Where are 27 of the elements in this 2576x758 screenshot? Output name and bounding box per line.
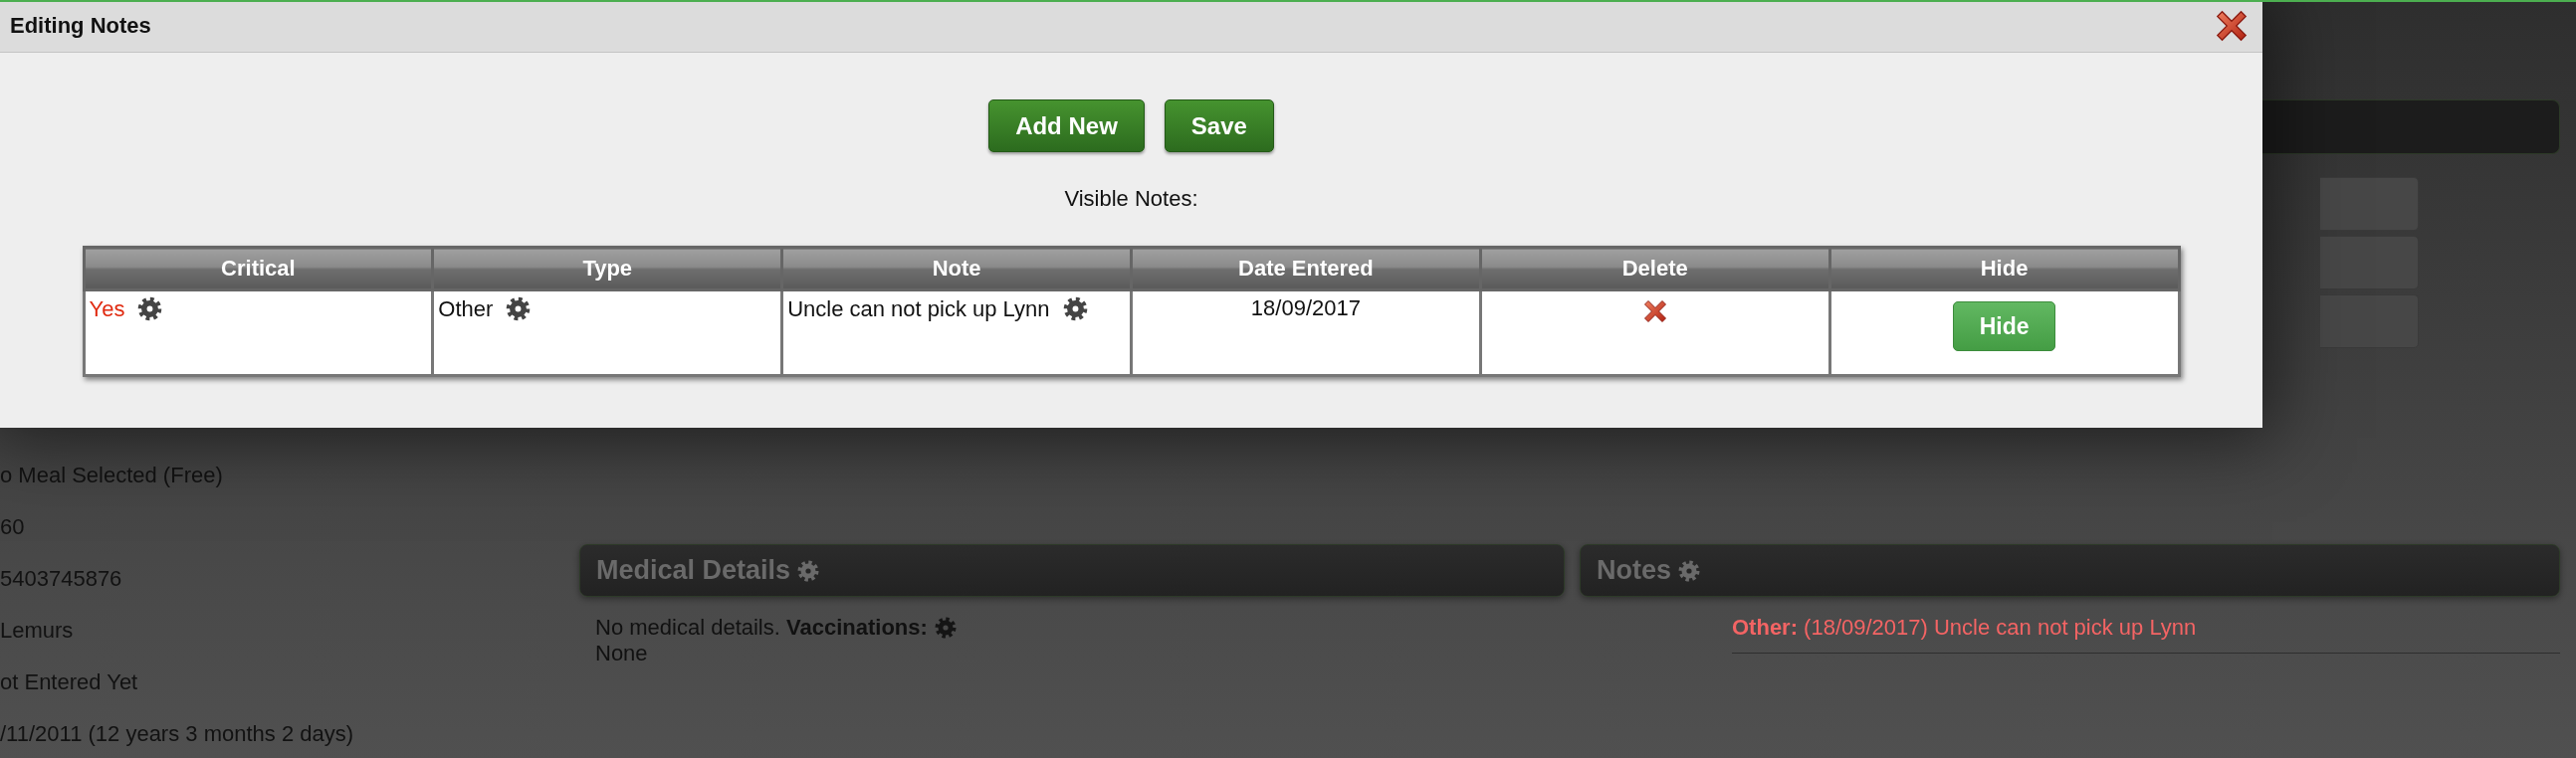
detail-text: /11/2011 (12 years 3 months 2 days) — [0, 722, 355, 746]
gear-icon[interactable] — [136, 295, 164, 322]
detail-text: Lemurs — [0, 619, 75, 643]
column-header: Note — [781, 247, 1132, 290]
column-header: Type — [432, 247, 782, 290]
gear-icon[interactable] — [1061, 295, 1089, 322]
type-text: Other — [438, 295, 494, 322]
action-button[interactable]: Add New — [988, 99, 1145, 152]
panel-title: Notes — [1597, 555, 1671, 586]
column-header: Hide — [1829, 247, 2179, 290]
dialog-title: Editing Notes — [10, 13, 151, 39]
caption-text: Visible Notes: — [1063, 186, 1199, 212]
detail-text: ot Entered Yet — [0, 670, 139, 694]
detail-text: 5403745876 — [0, 567, 123, 591]
vaccinations-value: None — [595, 641, 649, 666]
panel-title: Medical Details — [596, 555, 791, 586]
column-header: Date Entered — [1131, 247, 1481, 290]
medical-text: No medical details. Vaccinations: — [595, 615, 928, 641]
column-header: Critical — [84, 247, 433, 290]
hide-button[interactable]: Hide — [1952, 301, 2056, 351]
action-button[interactable]: Save — [1164, 99, 1274, 152]
gear-icon[interactable] — [505, 295, 533, 322]
note-text: Uncle can not pick up Lynn — [787, 295, 1050, 322]
note-text: Other: (18/09/2017) Uncle can not pick up Lynn — [1732, 615, 2560, 654]
table-cell: 18/09/2017 — [1131, 289, 1481, 376]
column-header: Delete — [1480, 247, 1830, 290]
critical-text: Yes — [89, 295, 125, 322]
